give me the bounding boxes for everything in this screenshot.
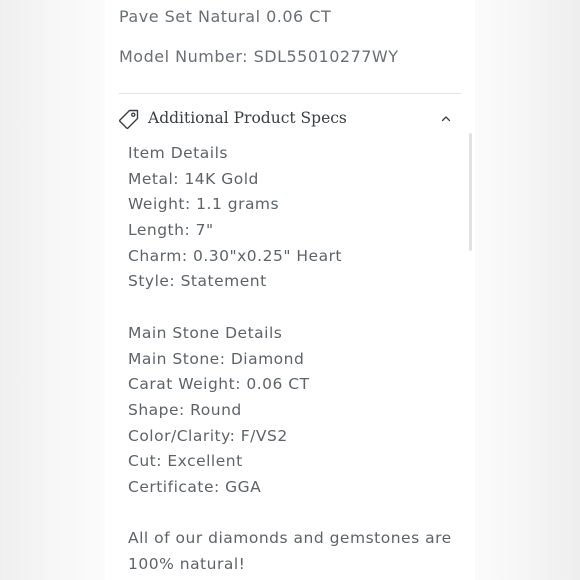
additional-specs-toggle[interactable]: Additional Product Specs: [117, 104, 461, 134]
main-stone-details-heading: Main Stone Details: [128, 323, 283, 342]
model-number: Model Number: SDL55010277WY: [119, 47, 399, 66]
spec-color-clarity: Color/Clarity: F/VS2: [128, 426, 288, 445]
section-title: Additional Product Specs: [148, 109, 347, 127]
spec-cut: Cut: Excellent: [128, 452, 243, 471]
spec-certificate: Certificate: GGA: [128, 477, 262, 496]
natural-note-line-2: 100% natural!: [128, 555, 246, 573]
specs-list: Item Details Metal: 14K Gold Weight: 1.1…: [128, 141, 458, 578]
product-details-panel: Pave Set Natural 0.06 CT Model Number: S…: [105, 0, 475, 580]
spec-shape: Shape: Round: [128, 400, 242, 419]
spec-carat-weight: Carat Weight: 0.06 CT: [128, 375, 310, 394]
spec-style: Style: Statement: [128, 272, 267, 291]
tag-icon: [119, 109, 139, 129]
spec-length: Length: 7": [128, 221, 214, 240]
spec-main-stone: Main Stone: Diamond: [128, 349, 305, 368]
specs-scrollbar[interactable]: [469, 133, 472, 251]
spec-charm: Charm: 0.30"x0.25" Heart: [128, 246, 343, 265]
natural-note-line-1: All of our diamonds and gemstones are: [128, 529, 452, 548]
spec-weight: Weight: 1.1 grams: [128, 195, 280, 214]
section-divider: [119, 93, 461, 94]
chevron-up-icon[interactable]: [441, 114, 451, 124]
product-description-line: Pave Set Natural 0.06 CT: [119, 7, 332, 26]
item-details-heading: Item Details: [128, 144, 228, 162]
spec-metal: Metal: 14K Gold: [128, 169, 259, 188]
